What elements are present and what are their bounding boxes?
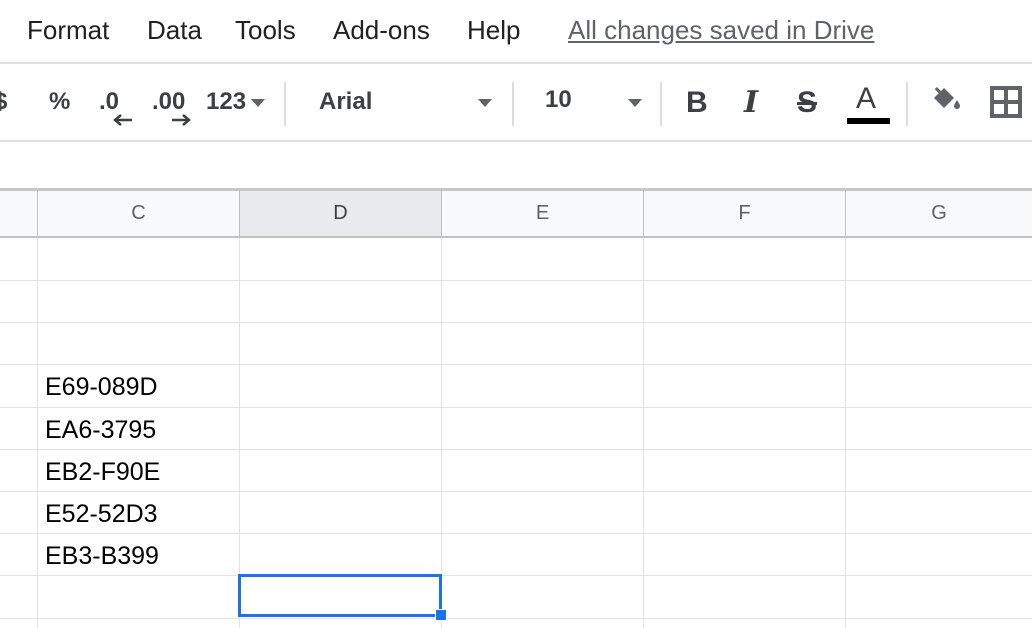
column-header-row: C D E F G — [0, 191, 1032, 238]
font-family-select[interactable]: Arial — [305, 82, 500, 122]
gridline — [0, 407, 1032, 408]
gridline — [0, 618, 1032, 619]
more-formats-chevron-icon — [251, 99, 265, 107]
gridline — [0, 280, 1032, 281]
gridline — [0, 449, 1032, 450]
gridline — [0, 322, 1032, 323]
increase-decimal-label: .00 — [152, 88, 186, 115]
menu-help[interactable]: Help — [467, 14, 520, 46]
more-formats-button[interactable]: 123 — [206, 88, 246, 116]
cell-c-value[interactable]: EB3-B399 — [45, 541, 159, 571]
borders-icon[interactable] — [990, 86, 1022, 118]
menu-tools[interactable]: Tools — [235, 14, 296, 46]
currency-format-button[interactable]: $ — [0, 88, 7, 116]
column-header-e[interactable]: E — [442, 191, 644, 236]
increase-decimal-button[interactable]: .00 — [152, 88, 185, 116]
font-size-chevron-icon — [628, 99, 642, 107]
save-status-link[interactable]: All changes saved in Drive — [568, 14, 874, 46]
gridline — [0, 491, 1032, 492]
toolbar-separator — [906, 82, 908, 126]
percent-format-button[interactable]: % — [49, 88, 70, 116]
column-header-d[interactable]: D — [240, 191, 442, 236]
cell-c-value[interactable]: E52-52D3 — [45, 499, 158, 529]
font-family-value: Arial — [319, 88, 373, 115]
text-color-button[interactable]: A — [845, 78, 891, 128]
cell-c-value[interactable]: EB2-F90E — [45, 457, 160, 487]
font-family-chevron-icon — [478, 99, 492, 107]
arrow-left-icon — [113, 114, 132, 126]
formula-bar[interactable] — [0, 142, 1032, 188]
font-size-value: 10 — [545, 86, 572, 113]
text-color-icon: A — [856, 82, 877, 115]
toolbar: $ % .0 .00 123 Arial 10 B I S A — [0, 64, 1032, 140]
menu-format[interactable]: Format — [27, 14, 109, 46]
fill-handle[interactable] — [435, 609, 447, 621]
decrease-decimal-button[interactable]: .0 — [99, 88, 119, 116]
spreadsheet-grid: C D E F G E69-089D EA6-3795 EB2-F90E E52… — [0, 191, 1032, 628]
italic-button[interactable]: I — [744, 86, 758, 120]
column-header-b[interactable] — [0, 191, 38, 236]
strikethrough-button[interactable]: S — [797, 86, 817, 120]
fill-color-icon[interactable] — [928, 84, 964, 118]
decrease-decimal-label: .0 — [99, 88, 120, 115]
gridline — [845, 238, 846, 628]
menu-bar: Format Data Tools Add-ons Help All chang… — [0, 0, 1032, 62]
text-color-swatch — [847, 118, 890, 124]
gridline — [0, 575, 1032, 576]
gridline — [0, 533, 1032, 534]
arrow-right-icon — [172, 114, 191, 126]
gridline — [0, 364, 1032, 365]
menu-data[interactable]: Data — [147, 14, 202, 46]
column-header-c[interactable]: C — [38, 191, 240, 236]
gridline — [441, 238, 442, 628]
gridline — [239, 238, 240, 628]
font-size-select[interactable]: 10 — [530, 82, 650, 122]
cell-c-value[interactable]: EA6-3795 — [45, 415, 156, 445]
bold-button[interactable]: B — [686, 86, 708, 120]
column-header-f[interactable]: F — [644, 191, 846, 236]
toolbar-separator — [660, 82, 662, 126]
cell-c-value[interactable]: E69-089D — [45, 372, 158, 402]
toolbar-separator — [284, 82, 286, 126]
gridline — [37, 238, 38, 628]
selected-cell[interactable] — [238, 574, 442, 617]
gridline — [643, 238, 644, 628]
column-header-g[interactable]: G — [846, 191, 1032, 236]
menu-addons[interactable]: Add-ons — [333, 14, 430, 46]
toolbar-separator — [512, 82, 514, 126]
